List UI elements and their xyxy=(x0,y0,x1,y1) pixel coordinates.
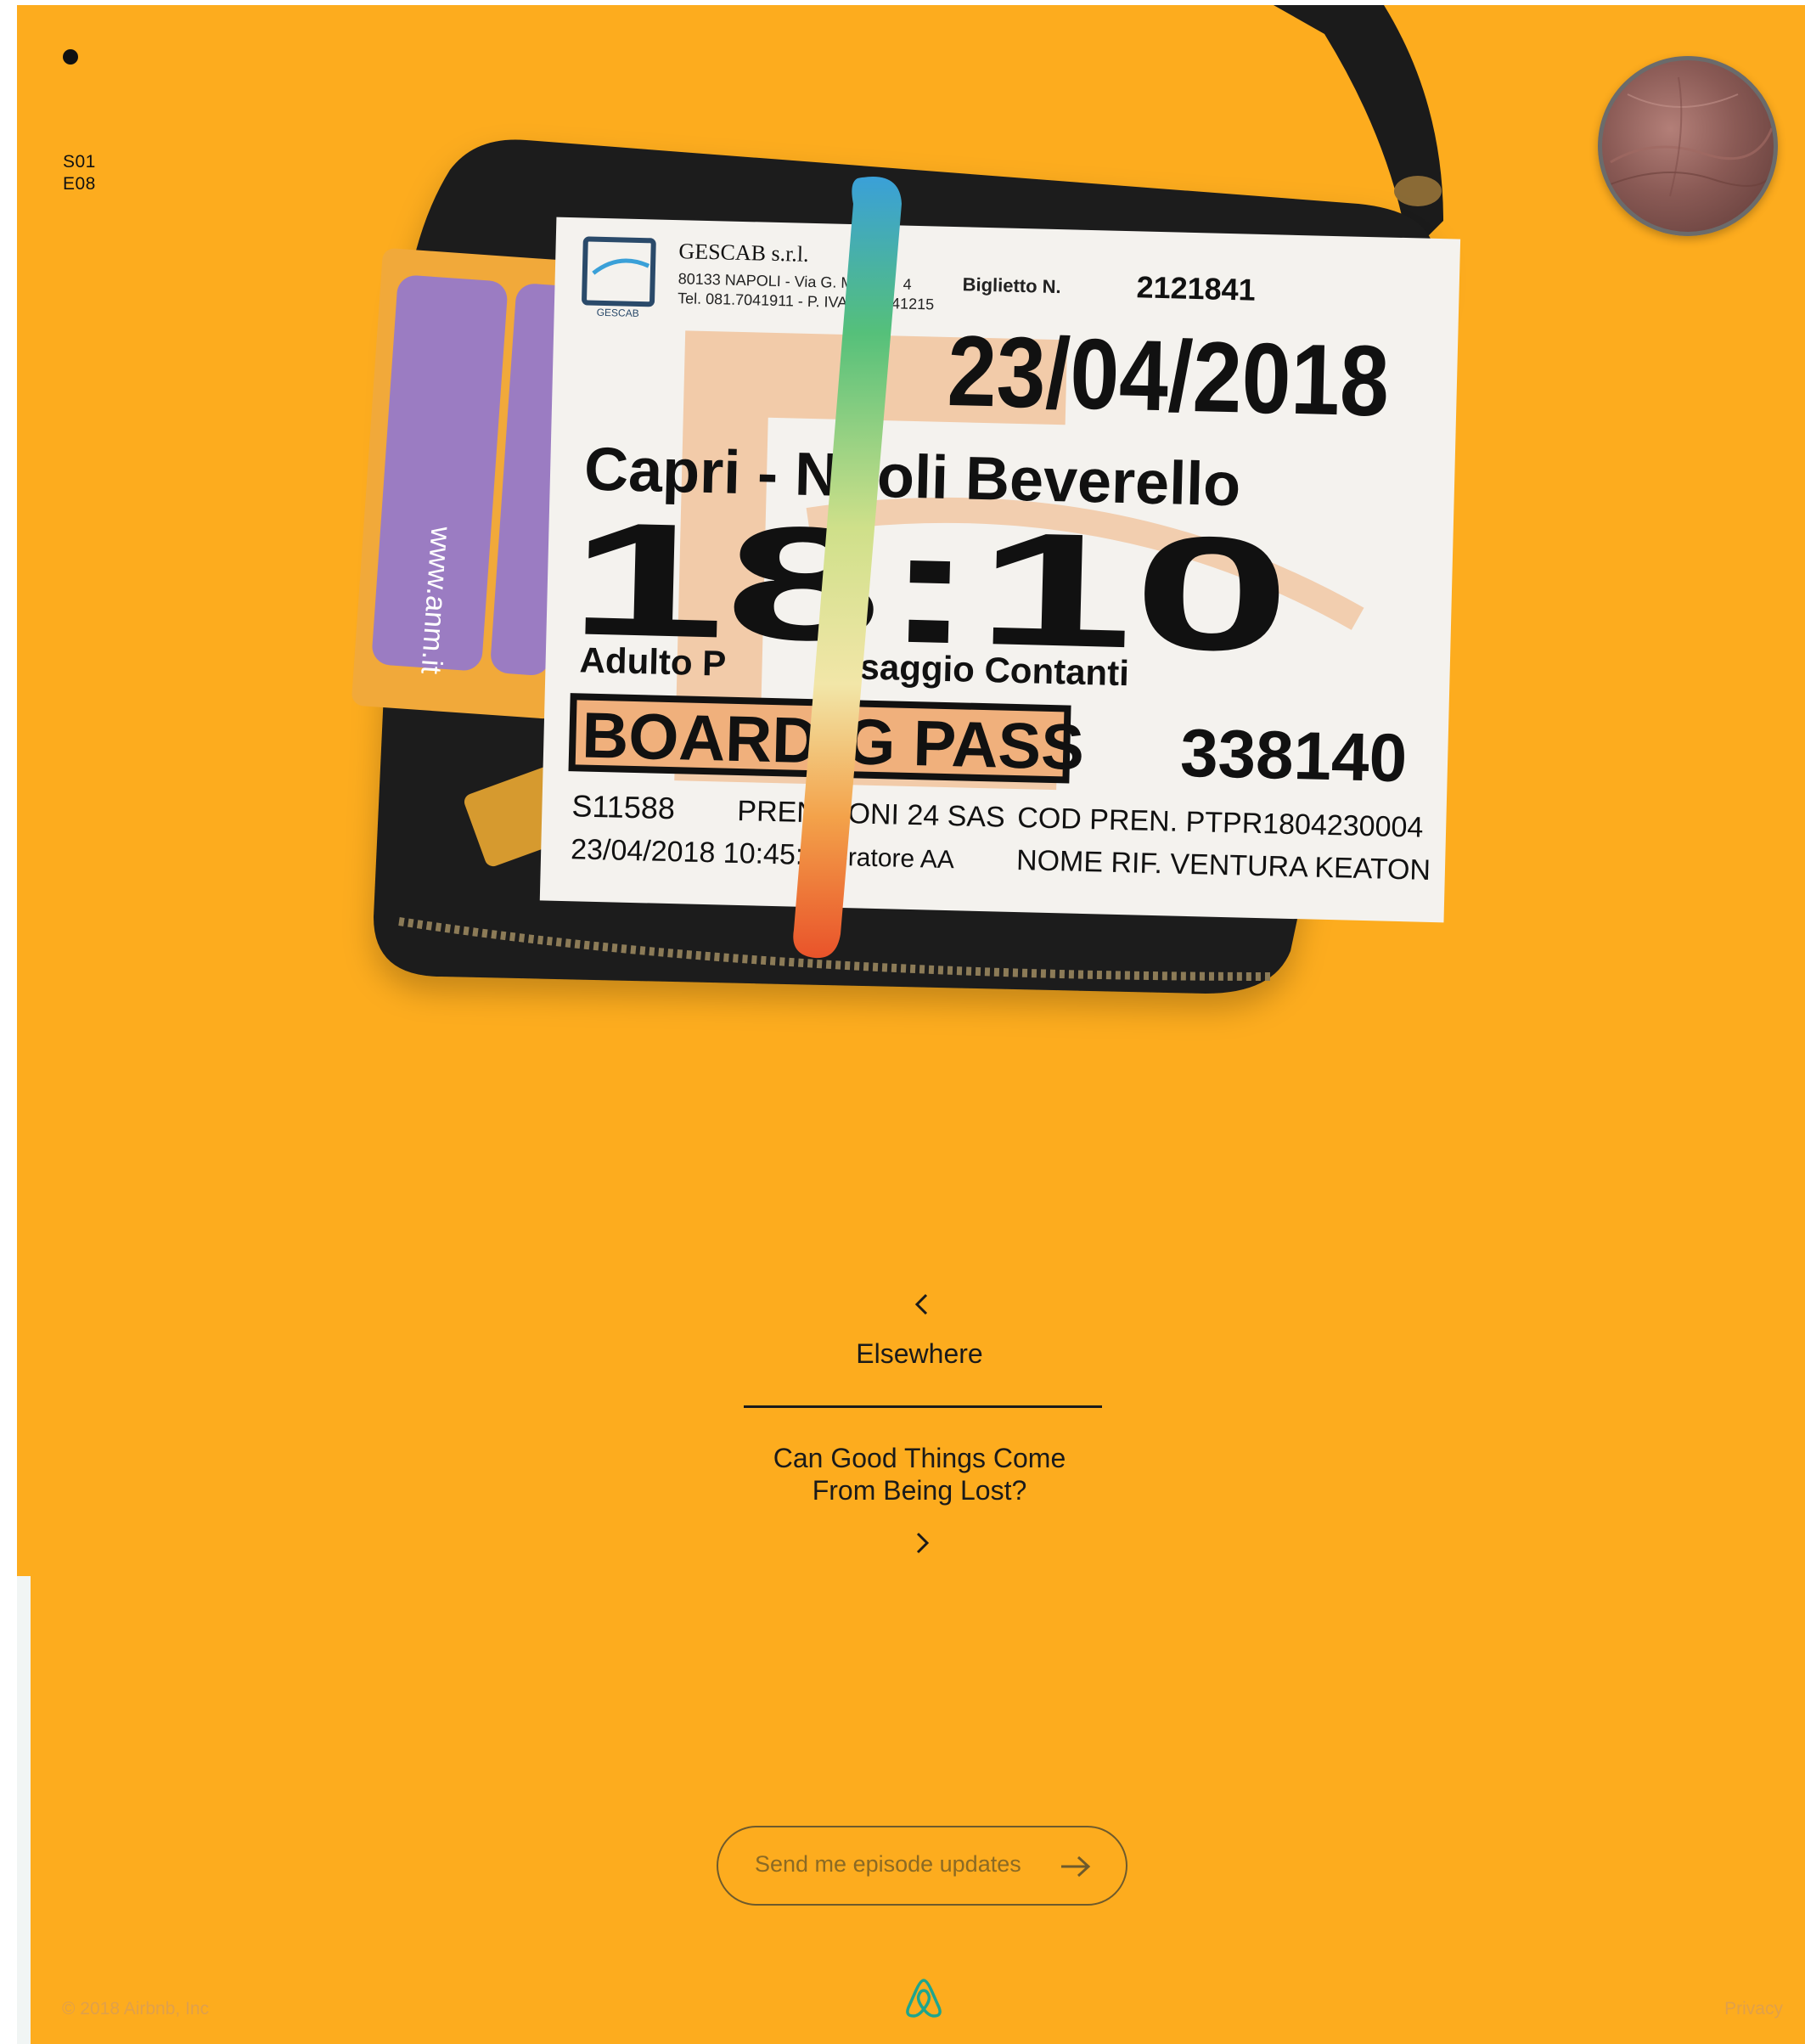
svg-text:S11588: S11588 xyxy=(571,788,675,825)
next-title-line1: Can Good Things Come xyxy=(773,1443,1066,1473)
svg-text:23/04/2018: 23/04/2018 xyxy=(947,315,1391,438)
svg-text:saggio Contanti: saggio Contanti xyxy=(859,646,1129,693)
svg-text:Biglietto N.: Biglietto N. xyxy=(962,273,1061,297)
next-episode-link[interactable]: Can Good Things Come From Being Lost? xyxy=(733,1442,1106,1506)
svg-text:2121841: 2121841 xyxy=(1136,269,1256,307)
arrow-right-icon xyxy=(1060,1854,1092,1884)
episode-updates-button[interactable]: Send me episode updates xyxy=(717,1826,1127,1906)
svg-text:BOARDI: BOARDI xyxy=(581,700,837,778)
svg-text:G PASS: G PASS xyxy=(844,706,1085,784)
nav-divider xyxy=(744,1405,1102,1408)
svg-text:GESCAB s.r.l.: GESCAB s.r.l. xyxy=(678,239,809,267)
wallet-ticket-image: www.anm.it GESCAB GESCAB s.r.l. 80133 NA… xyxy=(351,5,1461,994)
chevron-left-icon[interactable] xyxy=(909,1292,935,1317)
footer-panel xyxy=(31,1576,1805,2044)
svg-text:Adulto P: Adulto P xyxy=(579,639,727,683)
svg-text:23/04/2018 10:45:50: 23/04/2018 10:45:50 xyxy=(571,833,836,872)
svg-text:eratore AA: eratore AA xyxy=(834,843,955,874)
edge-strip xyxy=(17,1576,31,2044)
privacy-link[interactable]: Privacy xyxy=(1724,1999,1783,2019)
previous-episode-link[interactable]: Elsewhere xyxy=(733,1338,1106,1370)
svg-text:GESCAB: GESCAB xyxy=(597,307,639,319)
svg-text:41215: 41215 xyxy=(891,295,935,313)
subscribe-label: Send me episode updates xyxy=(755,1851,1021,1877)
next-title-line2: From Being Lost? xyxy=(812,1475,1027,1506)
svg-text:4: 4 xyxy=(902,276,912,293)
svg-text:338140: 338140 xyxy=(1179,715,1408,796)
copyright-text: © 2018 Airbnb, Inc xyxy=(62,1999,210,2019)
chevron-right-icon[interactable] xyxy=(909,1530,935,1556)
airbnb-logo-icon[interactable] xyxy=(905,1977,942,2022)
